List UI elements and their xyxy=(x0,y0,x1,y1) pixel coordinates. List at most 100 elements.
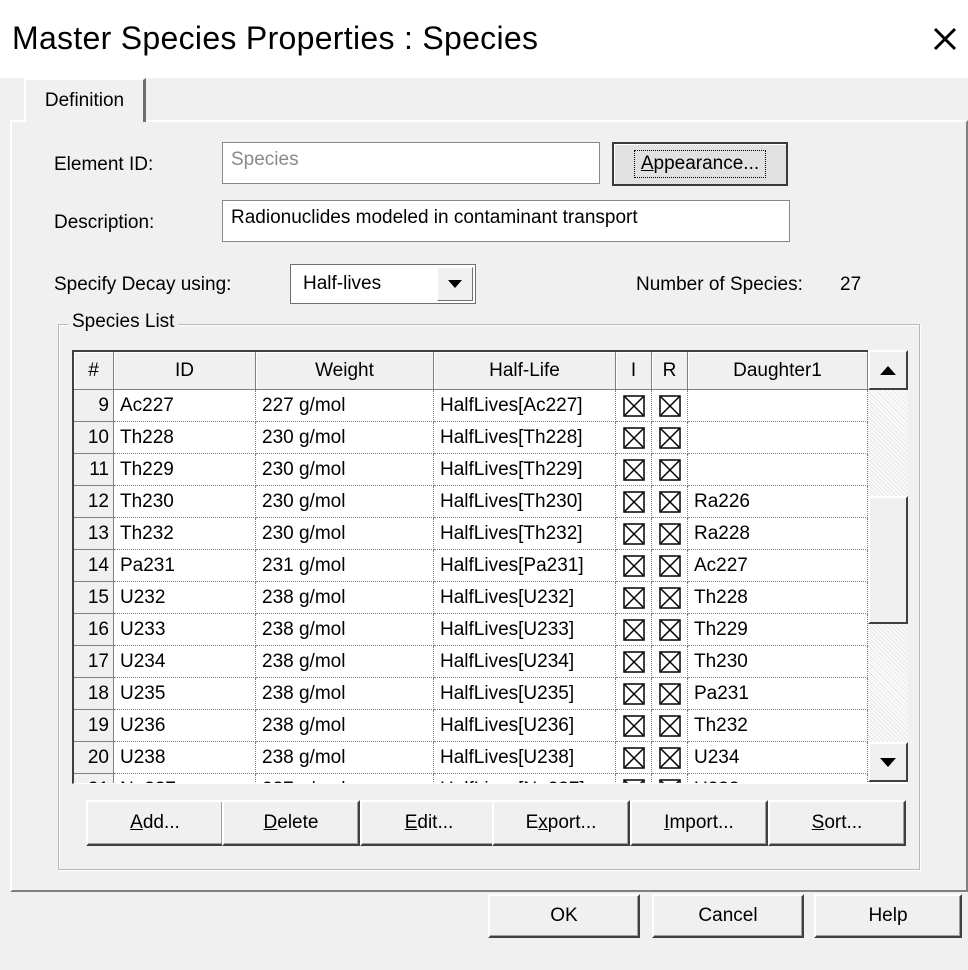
cancel-button[interactable]: Cancel xyxy=(652,894,804,938)
table-row[interactable]: 19 U236 238 g/mol HalfLives[U236] Th232 xyxy=(74,710,874,742)
table-row[interactable]: 14 Pa231 231 g/mol HalfLives[Pa231] Ac227 xyxy=(74,550,874,582)
species-grid[interactable]: # ID Weight Half-Life I R Daughter1 9 Ac2… xyxy=(72,350,908,784)
row-number[interactable]: 17 xyxy=(74,646,114,678)
row-number[interactable]: 19 xyxy=(74,710,114,742)
row-number[interactable]: 12 xyxy=(74,486,114,518)
cell-daughter1[interactable] xyxy=(688,390,868,422)
row-number[interactable]: 20 xyxy=(74,742,114,774)
column-header-r[interactable]: R xyxy=(652,352,688,390)
row-number[interactable]: 18 xyxy=(74,678,114,710)
cell-weight[interactable]: 238 g/mol xyxy=(256,742,434,774)
cell-halflife[interactable]: HalfLives[U233] xyxy=(434,614,616,646)
cell-i-checkbox[interactable] xyxy=(616,454,652,486)
cell-weight[interactable]: 230 g/mol xyxy=(256,486,434,518)
cell-halflife[interactable]: HalfLives[Np237] xyxy=(434,774,616,783)
cell-daughter1[interactable]: Pa231 xyxy=(688,678,868,710)
cell-daughter1[interactable]: Th230 xyxy=(688,646,868,678)
cell-r-checkbox[interactable] xyxy=(652,582,688,614)
cell-r-checkbox[interactable] xyxy=(652,742,688,774)
column-header-id[interactable]: ID xyxy=(114,352,256,390)
delete-button[interactable]: Delete xyxy=(222,800,360,846)
cell-i-checkbox[interactable] xyxy=(616,486,652,518)
cell-daughter1[interactable] xyxy=(688,422,868,454)
cell-i-checkbox[interactable] xyxy=(616,390,652,422)
column-header-i[interactable]: I xyxy=(616,352,652,390)
edit-button[interactable]: Edit... xyxy=(360,800,498,846)
cell-weight[interactable]: 230 g/mol xyxy=(256,454,434,486)
table-row[interactable]: 9 Ac227 227 g/mol HalfLives[Ac227] xyxy=(74,390,874,422)
cell-daughter1[interactable] xyxy=(688,454,868,486)
cell-halflife[interactable]: HalfLives[Pa231] xyxy=(434,550,616,582)
scroll-down-button[interactable] xyxy=(868,742,908,782)
table-row[interactable]: 16 U233 238 g/mol HalfLives[U233] Th229 xyxy=(74,614,874,646)
row-number[interactable]: 14 xyxy=(74,550,114,582)
table-row[interactable]: 10 Th228 230 g/mol HalfLives[Th228] xyxy=(74,422,874,454)
cell-id[interactable]: U234 xyxy=(114,646,256,678)
cell-i-checkbox[interactable] xyxy=(616,550,652,582)
export-button[interactable]: Export... xyxy=(492,800,630,846)
column-header-daughter1[interactable]: Daughter1 xyxy=(688,352,868,390)
table-row[interactable]: 13 Th232 230 g/mol HalfLives[Th232] Ra228 xyxy=(74,518,874,550)
cell-halflife[interactable]: HalfLives[U236] xyxy=(434,710,616,742)
cell-weight[interactable]: 230 g/mol xyxy=(256,422,434,454)
cell-r-checkbox[interactable] xyxy=(652,550,688,582)
table-row[interactable]: 20 U238 238 g/mol HalfLives[U238] U234 xyxy=(74,742,874,774)
table-row[interactable]: 15 U232 238 g/mol HalfLives[U232] Th228 xyxy=(74,582,874,614)
cell-i-checkbox[interactable] xyxy=(616,774,652,783)
column-header-weight[interactable]: Weight xyxy=(256,352,434,390)
description-field[interactable]: Radionuclides modeled in contaminant tra… xyxy=(222,200,790,242)
cell-halflife[interactable]: HalfLives[U234] xyxy=(434,646,616,678)
cell-r-checkbox[interactable] xyxy=(652,774,688,783)
cell-r-checkbox[interactable] xyxy=(652,646,688,678)
tab-definition[interactable]: Definition xyxy=(24,78,146,122)
cell-daughter1[interactable]: Th229 xyxy=(688,614,868,646)
table-row[interactable]: 11 Th229 230 g/mol HalfLives[Th229] xyxy=(74,454,874,486)
column-header-number[interactable]: # xyxy=(74,352,114,390)
cell-i-checkbox[interactable] xyxy=(616,422,652,454)
cell-halflife[interactable]: HalfLives[Ac227] xyxy=(434,390,616,422)
table-row[interactable]: 12 Th230 230 g/mol HalfLives[Th230] Ra226 xyxy=(74,486,874,518)
cell-weight[interactable]: 238 g/mol xyxy=(256,614,434,646)
cell-r-checkbox[interactable] xyxy=(652,454,688,486)
cell-daughter1[interactable]: U234 xyxy=(688,742,868,774)
cell-i-checkbox[interactable] xyxy=(616,710,652,742)
cell-id[interactable]: U235 xyxy=(114,678,256,710)
row-number[interactable]: 13 xyxy=(74,518,114,550)
cell-r-checkbox[interactable] xyxy=(652,422,688,454)
cell-weight[interactable]: 238 g/mol xyxy=(256,646,434,678)
row-number[interactable]: 16 xyxy=(74,614,114,646)
cell-daughter1[interactable]: Ra226 xyxy=(688,486,868,518)
import-button[interactable]: Import... xyxy=(630,800,768,846)
cell-daughter1[interactable]: Ac227 xyxy=(688,550,868,582)
cell-halflife[interactable]: HalfLives[U238] xyxy=(434,742,616,774)
cell-daughter1[interactable]: U233 xyxy=(688,774,868,783)
cell-daughter1[interactable]: Th232 xyxy=(688,710,868,742)
cell-r-checkbox[interactable] xyxy=(652,486,688,518)
cell-i-checkbox[interactable] xyxy=(616,646,652,678)
grid-scrollbar[interactable] xyxy=(868,350,908,782)
cell-id[interactable]: Ac227 xyxy=(114,390,256,422)
table-row[interactable]: 21Np237237 g/molHalfLives[Np237] U233 xyxy=(74,774,874,783)
cell-weight[interactable]: 237 g/mol xyxy=(256,774,434,783)
scroll-up-button[interactable] xyxy=(868,350,908,390)
cell-r-checkbox[interactable] xyxy=(652,390,688,422)
cell-id[interactable]: U233 xyxy=(114,614,256,646)
cell-id[interactable]: Th228 xyxy=(114,422,256,454)
cell-weight[interactable]: 238 g/mol xyxy=(256,710,434,742)
row-number[interactable]: 15 xyxy=(74,582,114,614)
close-button[interactable] xyxy=(926,20,964,58)
cell-r-checkbox[interactable] xyxy=(652,710,688,742)
cell-id[interactable]: U232 xyxy=(114,582,256,614)
decay-dropdown-button[interactable] xyxy=(437,267,473,301)
cell-halflife[interactable]: HalfLives[Th232] xyxy=(434,518,616,550)
scrollbar-thumb[interactable] xyxy=(868,496,908,624)
row-number[interactable]: 10 xyxy=(74,422,114,454)
cell-halflife[interactable]: HalfLives[U232] xyxy=(434,582,616,614)
cell-weight[interactable]: 231 g/mol xyxy=(256,550,434,582)
cell-id[interactable]: U238 xyxy=(114,742,256,774)
cell-weight[interactable]: 238 g/mol xyxy=(256,582,434,614)
row-number[interactable]: 11 xyxy=(74,454,114,486)
cell-r-checkbox[interactable] xyxy=(652,678,688,710)
help-button[interactable]: Help xyxy=(814,894,962,938)
cell-id[interactable]: Pa231 xyxy=(114,550,256,582)
